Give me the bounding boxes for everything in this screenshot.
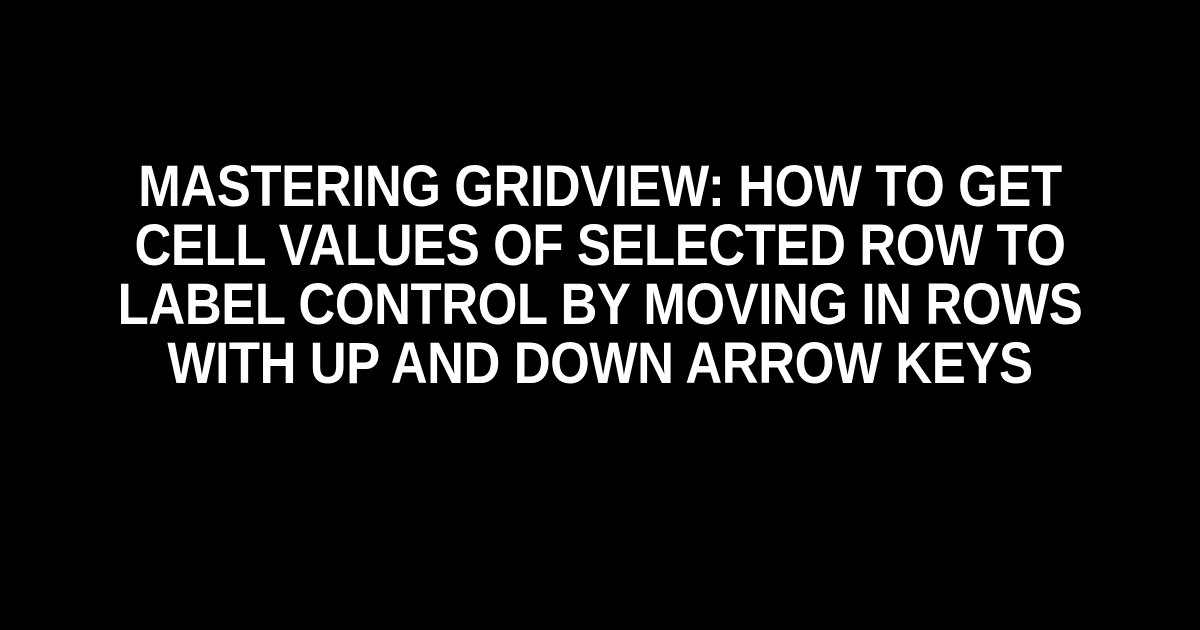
title-container: Mastering GridView: How to Get Cell Valu…: [0, 157, 1200, 394]
page-title: Mastering GridView: How to Get Cell Valu…: [107, 157, 1093, 394]
